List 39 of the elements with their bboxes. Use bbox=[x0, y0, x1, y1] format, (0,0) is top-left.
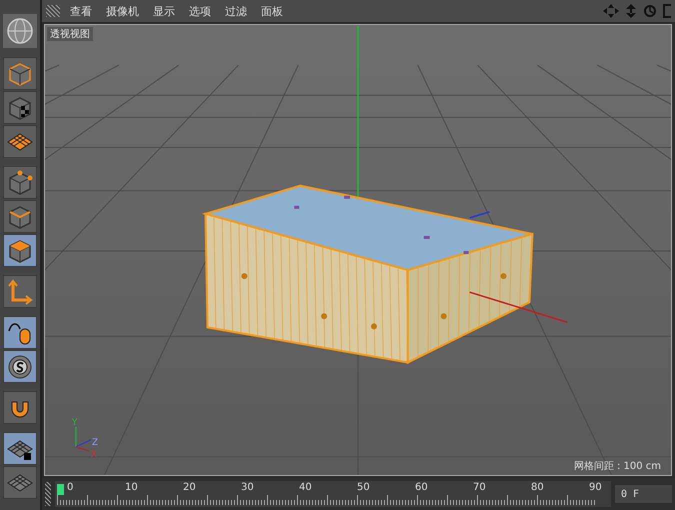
frame-number: 80 bbox=[531, 482, 544, 493]
tool-button[interactable] bbox=[3, 350, 37, 383]
menu-item[interactable]: 显示 bbox=[149, 4, 179, 18]
z-axis-line bbox=[469, 211, 490, 219]
grip-icon bbox=[45, 482, 51, 506]
axis-label: Y bbox=[72, 418, 78, 428]
globe-logo-icon bbox=[3, 14, 37, 48]
frame-number: 70 bbox=[473, 482, 486, 493]
grip-icon bbox=[46, 5, 60, 17]
grid-spacing-text: 网格间距 : 100 cm bbox=[574, 460, 661, 473]
frame-number: 10 bbox=[125, 482, 138, 493]
frame-number: 30 bbox=[241, 482, 254, 493]
axis-label: Z bbox=[92, 438, 98, 448]
tool-button[interactable] bbox=[3, 391, 37, 424]
frame-number: 0 bbox=[67, 482, 74, 493]
frame-number: 20 bbox=[183, 482, 196, 493]
axis-icon bbox=[6, 278, 34, 306]
timeline-ruler[interactable]: 0 10 20 30 40 50 60 70 80 90 bbox=[55, 481, 611, 507]
menu-item[interactable]: 查看 bbox=[66, 4, 96, 18]
frame-number: 50 bbox=[357, 482, 370, 493]
playhead-marker[interactable] bbox=[57, 484, 64, 495]
tool-button[interactable] bbox=[3, 234, 37, 267]
s-circle-icon bbox=[6, 352, 34, 380]
tool-button[interactable] bbox=[3, 166, 37, 199]
menu-item[interactable]: 过滤 bbox=[221, 4, 251, 18]
frame-number: 90 bbox=[589, 482, 602, 493]
frame-number: 40 bbox=[299, 482, 312, 493]
axis-label: X bbox=[90, 450, 97, 460]
menu-item[interactable]: 选项 bbox=[185, 4, 215, 18]
viewport-label[interactable]: 透视视图 bbox=[47, 27, 93, 41]
tool-button[interactable] bbox=[3, 125, 37, 158]
menu-item[interactable]: 面板 bbox=[257, 4, 287, 18]
tool-button[interactable] bbox=[3, 432, 37, 465]
menu-item[interactable]: 摄像机 bbox=[102, 4, 143, 18]
tool-button[interactable] bbox=[3, 316, 37, 349]
current-frame-field[interactable]: 0 F bbox=[615, 485, 672, 503]
tool-button[interactable] bbox=[3, 200, 37, 233]
frame-number: 60 bbox=[415, 482, 428, 493]
axis-gizmo-icon bbox=[75, 426, 92, 452]
